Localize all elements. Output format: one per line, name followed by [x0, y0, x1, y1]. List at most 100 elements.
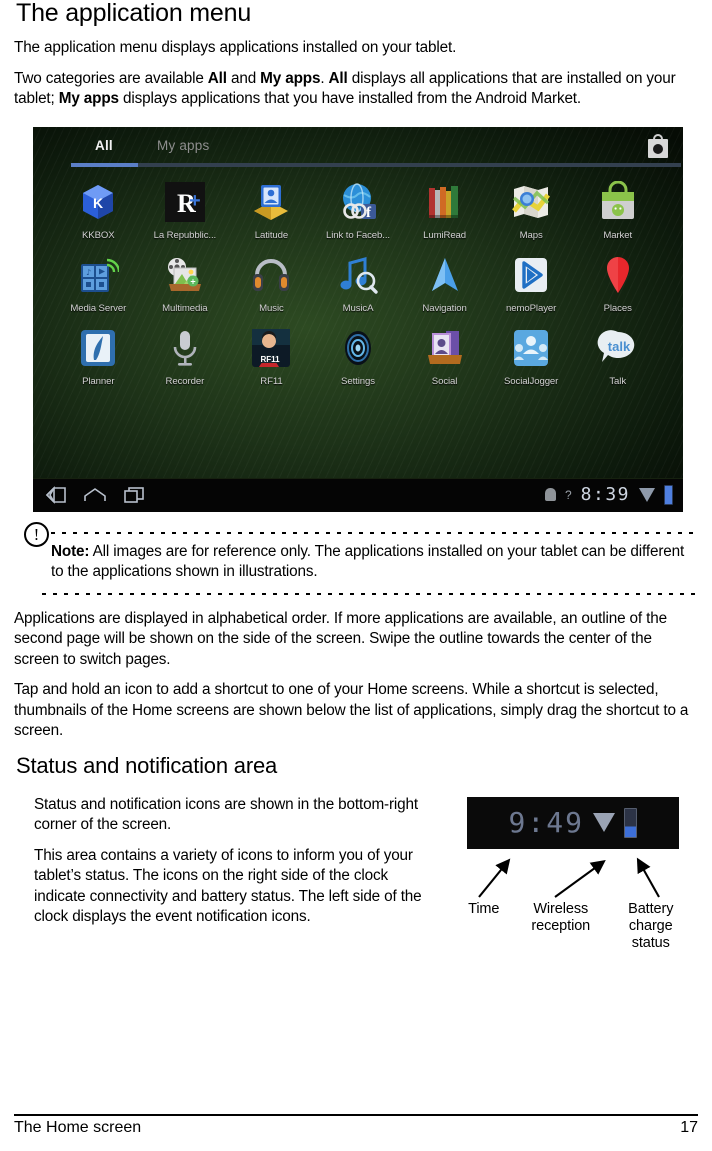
- la-repubblica-icon: R +: [162, 179, 208, 225]
- shortcut-paragraph: Tap and hold an icon to add a shortcut t…: [14, 681, 689, 740]
- app-item-social[interactable]: Social: [401, 325, 488, 387]
- status-paragraph-1: Status and notification icons are shown …: [34, 795, 418, 834]
- link-to-facebook-icon: f: [335, 179, 381, 225]
- places-icon: [595, 252, 641, 298]
- app-item-market[interactable]: Market: [574, 179, 661, 241]
- page-footer: The Home screen 17: [0, 1114, 712, 1137]
- app-item-talk[interactable]: talk Talk: [574, 325, 661, 387]
- app-item-link-to-facebook[interactable]: f Link to Faceb...: [315, 179, 402, 241]
- maps-icon: [508, 179, 554, 225]
- callout-battery: Battery charge status: [613, 901, 689, 952]
- note-label: Note:: [51, 542, 90, 560]
- app-item-socialjogger[interactable]: SocialJogger: [488, 325, 575, 387]
- callout-time: Time: [468, 900, 500, 917]
- app-item-lumiread[interactable]: LumiRead: [401, 179, 488, 241]
- tab-all[interactable]: All: [95, 138, 113, 153]
- footer-divider: [14, 1114, 698, 1116]
- tab-underline-track: [71, 162, 681, 167]
- nemoplayer-icon: [508, 252, 554, 298]
- kkbox-icon: K: [75, 179, 121, 225]
- document-page: The application menu The application men…: [0, 0, 712, 951]
- app-item-recorder[interactable]: Recorder: [142, 325, 229, 387]
- app-label: MusicA: [342, 302, 374, 314]
- app-item-latitude[interactable]: Latitude: [228, 179, 315, 241]
- svg-text:♪: ♪: [86, 268, 91, 277]
- svg-text:talk: talk: [608, 339, 631, 354]
- lumiread-icon: [422, 179, 468, 225]
- app-item-music[interactable]: Music: [228, 252, 315, 314]
- app-label: nemoPlayer: [506, 302, 557, 314]
- app-item-navigation[interactable]: Navigation: [401, 252, 488, 314]
- callout-wireless-line1: Wireless: [533, 900, 589, 917]
- cat-text-1: Two categories are available: [14, 69, 208, 87]
- tab-underline-active: [71, 162, 138, 167]
- footer-chapter: The Home screen: [14, 1119, 142, 1136]
- cat-all-1: All: [207, 69, 227, 87]
- footer-page-number: 17: [680, 1119, 698, 1136]
- battery-icon: [623, 807, 637, 838]
- exclamation-circle-icon: !: [24, 521, 49, 547]
- app-label: Settings: [341, 375, 375, 387]
- app-item-places[interactable]: Places: [574, 252, 661, 314]
- app-label: Planner: [82, 375, 115, 387]
- app-label: LumiRead: [423, 229, 467, 241]
- app-label: SocialJogger: [504, 375, 559, 387]
- music-icon: [248, 252, 294, 298]
- figure-callouts: Time Wireless reception Battery charge s…: [451, 851, 698, 951]
- app-label: Link to Faceb...: [325, 229, 390, 241]
- app-label: KKBOX: [82, 229, 115, 241]
- note-callout: ! Note: All images are for reference onl…: [14, 521, 698, 595]
- tab-my-apps[interactable]: My apps: [157, 138, 209, 153]
- socialjogger-icon: [508, 325, 554, 371]
- app-item-multimedia[interactable]: + Multimedia: [142, 252, 229, 314]
- recorder-icon: [162, 325, 208, 371]
- app-label: Multimedia: [162, 302, 208, 314]
- app-label: Maps: [519, 229, 543, 241]
- callout-wireless: Wireless reception: [517, 901, 605, 935]
- battery-icon: [664, 484, 673, 505]
- settings-icon: [335, 325, 381, 371]
- section-title-status-area: Status and notification area: [16, 752, 278, 778]
- status-area-section: Status and notification icons are shown …: [14, 787, 698, 951]
- svg-text:RF11: RF11: [261, 355, 281, 364]
- app-item-la-repubblica[interactable]: R + La Repubblic...: [142, 179, 229, 241]
- app-item-media-server[interactable]: ♪ Media Server: [55, 252, 142, 314]
- app-item-musica[interactable]: MusicA: [315, 252, 402, 314]
- app-item-kkbox[interactable]: K KKBOX: [55, 179, 142, 241]
- app-item-rf11[interactable]: RF11 RF11: [228, 325, 315, 387]
- app-label: Talk: [609, 375, 627, 387]
- wireless-reception-icon: [592, 813, 615, 833]
- alphabetical-order-paragraph: Applications are displayed in alphabetic…: [14, 609, 667, 668]
- tablet-screenshot-figure: All My apps K KKBOX R + La Repubblic... …: [33, 126, 683, 512]
- question-mark-icon: ?: [564, 487, 572, 502]
- app-item-maps[interactable]: Maps: [488, 179, 575, 241]
- app-item-settings[interactable]: Settings: [315, 325, 402, 387]
- page-title: The application menu: [16, 0, 252, 27]
- social-icon: [422, 325, 468, 371]
- status-paragraph-2: This area contains a variety of icons to…: [34, 846, 422, 926]
- home-icon[interactable]: [83, 487, 107, 508]
- cat-myapps-2: My apps: [58, 90, 119, 108]
- app-label: Market: [603, 229, 633, 241]
- back-icon[interactable]: [45, 485, 67, 509]
- recent-apps-icon[interactable]: [123, 486, 145, 509]
- cat-text-3: .: [320, 69, 329, 87]
- status-bar-figure: 9:49 Time Wireless reception Battery cha…: [451, 787, 698, 951]
- intro-paragraph: The application menu displays applicatio…: [14, 39, 457, 57]
- callout-battery-line1: Battery: [628, 900, 674, 917]
- svg-text:+: +: [190, 276, 195, 286]
- wireless-reception-icon: [639, 487, 655, 502]
- rf11-icon: RF11: [248, 325, 294, 371]
- callout-wireless-line2: reception: [531, 917, 591, 934]
- app-item-nemoplayer[interactable]: nemoPlayer: [488, 252, 575, 314]
- latitude-icon: [248, 179, 294, 225]
- cat-text-2: and: [226, 69, 261, 87]
- note-body-text: All images are for reference only. The a…: [51, 542, 685, 581]
- market-bag-icon[interactable]: [647, 133, 669, 158]
- musica-icon: [335, 252, 381, 298]
- navigation-icon: [422, 252, 468, 298]
- app-item-planner[interactable]: Planner: [55, 325, 142, 387]
- app-label: Places: [603, 302, 632, 314]
- android-robot-icon: [544, 488, 556, 502]
- app-menu-tab-bar: All My apps: [33, 127, 683, 173]
